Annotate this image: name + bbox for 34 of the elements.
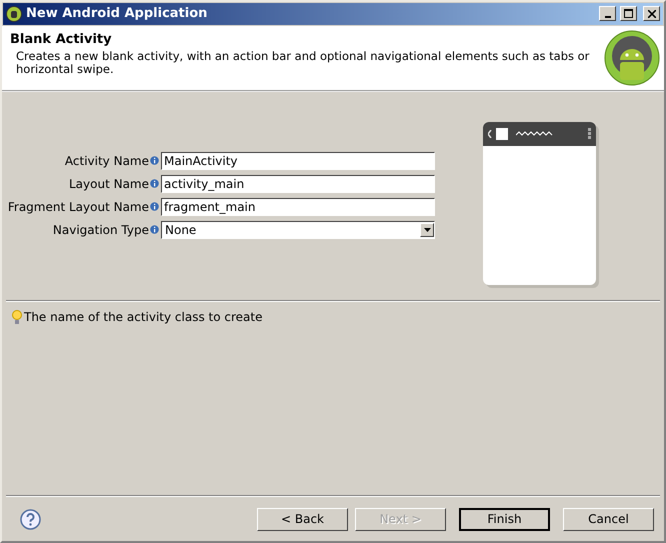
maximize-icon [624, 9, 633, 18]
field-label: Fragment Layout Name [6, 200, 149, 214]
help-icon[interactable] [20, 508, 41, 530]
maximize-button[interactable] [620, 6, 637, 22]
dialog-button[interactable]: Finish [459, 508, 550, 531]
android-robot-icon [604, 30, 660, 86]
android-icon [6, 6, 22, 22]
dialog-button[interactable]: < Back [257, 508, 348, 531]
field-label: Activity Name [64, 154, 149, 168]
dialog-button[interactable]: Cancel [563, 508, 654, 531]
overflow-menu-icon [588, 128, 591, 140]
caret-icon [424, 228, 430, 232]
title-squiggle-icon [516, 131, 554, 136]
hint-text: The name of the activity class to create [24, 310, 262, 324]
page-title: Blank Activity [10, 32, 113, 47]
minimize-icon [604, 16, 610, 18]
window-title: New Android Application [26, 6, 208, 22]
page-description: Creates a new blank activity, with an action bar and optional navigational elements such as tabs or horizontal swipe. [16, 50, 590, 76]
minimize-button[interactable] [599, 6, 616, 22]
close-button[interactable] [643, 6, 660, 22]
close-icon [648, 10, 656, 18]
info-icon [150, 202, 159, 212]
text-field[interactable]: MainActivity [161, 152, 435, 170]
back-chevron-icon [488, 130, 492, 138]
field-label: Navigation Type [52, 222, 149, 237]
info-icon [150, 156, 159, 166]
navigation-type-dropdown[interactable]: None [161, 220, 435, 239]
text-field[interactable]: fragment_main [161, 198, 435, 216]
field-label: Layout Name [68, 176, 149, 191]
info-icon [150, 179, 159, 188]
info-icon [150, 225, 159, 234]
text-field[interactable]: activity_main [161, 174, 435, 193]
app-icon-placeholder [496, 128, 508, 140]
lightbulb-icon [12, 310, 22, 325]
